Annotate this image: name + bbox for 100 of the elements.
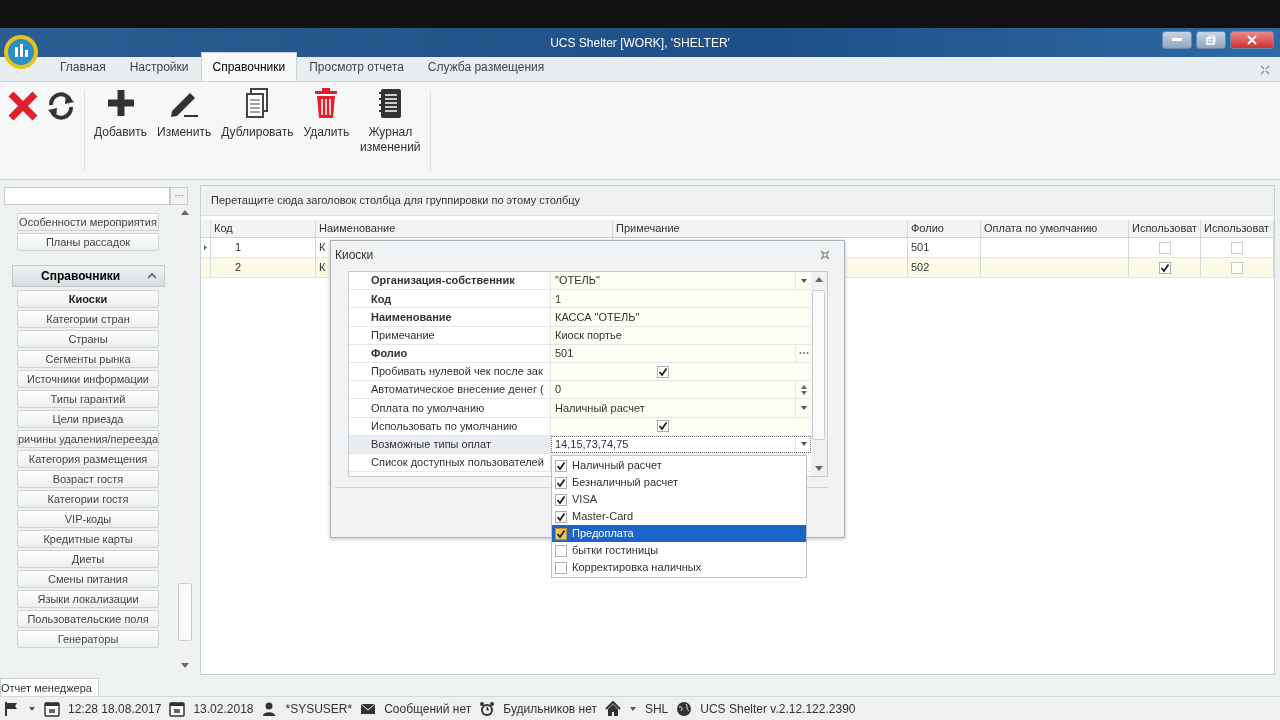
ribbon-tab[interactable]: Служба размещения xyxy=(415,52,557,81)
user-icon[interactable] xyxy=(261,701,278,717)
close-icon[interactable] xyxy=(820,250,830,260)
restore-button[interactable] xyxy=(1196,31,1226,49)
status-text: *SYSUSER* xyxy=(285,701,353,718)
nav-item[interactable]: Типы гарантий xyxy=(17,390,159,408)
dropdown-arrow-icon[interactable] xyxy=(799,276,808,285)
dialog-title: Киоски xyxy=(335,247,374,264)
checkbox[interactable] xyxy=(555,493,567,506)
calendar-icon[interactable] xyxy=(169,701,186,717)
dropdown-arrow-icon[interactable] xyxy=(799,403,808,412)
nav-item[interactable]: Киоски xyxy=(17,290,159,308)
search-field[interactable] xyxy=(4,187,170,205)
scroll-down-icon[interactable] xyxy=(815,466,823,472)
dropdown-field[interactable]: 14,15,73,74,75 xyxy=(555,436,795,453)
section-header[interactable]: Справочники xyxy=(12,265,165,287)
minimize-button[interactable] xyxy=(1162,31,1192,49)
toolbar-button[interactable]: Дублировать xyxy=(216,82,299,145)
nav-item[interactable]: Пользовательские поля xyxy=(17,610,159,628)
nav-item[interactable]: Диеты xyxy=(17,550,159,568)
checkbox[interactable] xyxy=(555,527,567,540)
checkbox[interactable] xyxy=(1158,261,1171,274)
checkbox[interactable] xyxy=(657,365,669,378)
nav-item[interactable]: Возраст гостя xyxy=(17,470,159,488)
ribbon-tab[interactable]: Просмотр отчета xyxy=(297,52,416,81)
column-header[interactable]: Наименование xyxy=(316,220,613,237)
table-cell-text: К xyxy=(319,240,326,256)
nav-item[interactable]: Цели приезда xyxy=(17,410,159,428)
checkbox[interactable] xyxy=(1158,241,1171,254)
dropdown-item[interactable]: Наличный расчет xyxy=(552,457,806,474)
status-text: 12:28 18.08.2017 xyxy=(68,701,162,718)
caret-icon[interactable] xyxy=(28,705,36,713)
scroll-thumb[interactable] xyxy=(178,583,192,641)
scroll-up-icon[interactable] xyxy=(181,209,189,215)
nav-item[interactable]: ричины удаления/переезда xyxy=(17,430,159,448)
nav-item[interactable]: Кредитные карты xyxy=(17,530,159,548)
status-text: Сообщений нет xyxy=(384,701,472,718)
checkbox[interactable] xyxy=(555,510,567,523)
column-header[interactable]: Примечание xyxy=(613,220,908,237)
checkbox[interactable] xyxy=(1231,241,1243,254)
dropdown-item[interactable]: Master-Card xyxy=(552,508,806,525)
nav-item[interactable]: Источники информации xyxy=(17,370,159,388)
checkbox[interactable] xyxy=(555,459,567,472)
ellipsis-button[interactable]: ··· xyxy=(170,187,188,205)
column-header[interactable]: Использоват xyxy=(1129,220,1201,237)
collapse-icon[interactable] xyxy=(1260,65,1270,75)
scroll-up-icon[interactable] xyxy=(815,276,823,282)
window-title: UCS Shelter [WORK], 'SHELTER' xyxy=(550,34,730,52)
nav-item[interactable]: Генераторы xyxy=(17,630,159,648)
checkbox[interactable] xyxy=(555,544,567,557)
ribbon-tab[interactable]: Настройки xyxy=(117,52,201,81)
toolbar-button[interactable]: Изменить xyxy=(152,82,217,145)
nav-item[interactable]: Категории стран xyxy=(17,310,159,328)
dropdown-item[interactable]: Предоплата xyxy=(552,525,806,542)
dropdown-item[interactable]: VISA xyxy=(552,491,806,508)
spin-arrows-icon[interactable] xyxy=(799,383,808,396)
table-cell-text: К xyxy=(319,260,326,276)
alarm-clock-icon[interactable] xyxy=(479,701,496,717)
globe-icon[interactable] xyxy=(676,701,693,717)
ribbon-tab[interactable]: Главная xyxy=(48,52,118,81)
column-header[interactable]: Код xyxy=(211,220,316,237)
mail-icon[interactable] xyxy=(360,701,377,717)
table-cell-text: 502 xyxy=(911,260,930,276)
home-icon[interactable] xyxy=(604,701,621,717)
ellipsis-icon[interactable] xyxy=(798,351,809,356)
checkbox[interactable] xyxy=(657,420,669,433)
nav-item[interactable]: VIP-коды xyxy=(17,510,159,528)
toolbar-button[interactable]: Удалить xyxy=(298,82,355,145)
nav-item[interactable]: Особенности мероприятия xyxy=(17,213,159,231)
close-button[interactable] xyxy=(1230,31,1274,49)
checkbox[interactable] xyxy=(555,476,567,489)
dropdown-item[interactable]: Корректировка наличных xyxy=(552,559,806,576)
ribbon-tab[interactable]: Справочники xyxy=(200,52,298,81)
chevron-icon[interactable] xyxy=(148,273,156,279)
document-tab[interactable]: Отчет менеджера xyxy=(0,677,99,696)
nav-item[interactable]: Страны xyxy=(17,330,159,348)
nav-item[interactable]: Категории гостя xyxy=(17,490,159,508)
flag-icon[interactable] xyxy=(4,701,20,717)
nav-item[interactable]: Языки локализации xyxy=(17,590,159,608)
column-header[interactable]: Оплата по умолчанию xyxy=(981,220,1129,237)
caret-icon[interactable] xyxy=(628,705,637,713)
nav-item[interactable]: Категория размещения xyxy=(17,450,159,468)
nav-item[interactable]: Смены питания xyxy=(17,570,159,588)
scroll-thumb[interactable] xyxy=(812,290,825,440)
nav-item[interactable]: Сегменты рынка xyxy=(17,350,159,368)
scrollbar[interactable] xyxy=(811,272,827,476)
close-icon[interactable] xyxy=(7,90,39,122)
column-header[interactable]: Использоват xyxy=(1201,220,1274,237)
column-header[interactable]: Фолио xyxy=(908,220,981,237)
toolbar-button[interactable]: Добавить xyxy=(89,82,153,145)
table-cell-text: 501 xyxy=(911,240,930,256)
checkbox[interactable] xyxy=(555,561,567,574)
calendar-icon[interactable] xyxy=(44,701,60,717)
dropdown-item[interactable]: Безналичный расчет xyxy=(552,474,806,491)
scroll-down-icon[interactable] xyxy=(181,663,189,669)
checkbox[interactable] xyxy=(1231,261,1243,274)
toolbar-button[interactable]: Журнал изменений xyxy=(354,82,427,160)
nav-item[interactable]: Планы рассадок xyxy=(17,233,159,251)
close-icon xyxy=(1247,35,1257,45)
dropdown-item[interactable]: бытки гостиницы xyxy=(552,542,806,559)
